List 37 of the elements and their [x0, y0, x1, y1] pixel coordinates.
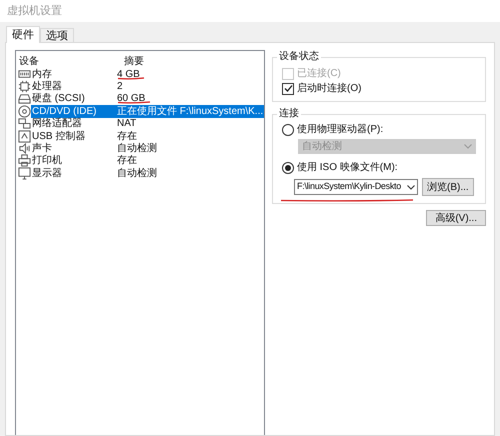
device-row[interactable]: 网络适配器 NAT — [31, 118, 264, 130]
checkbox[interactable] — [282, 82, 294, 94]
chevron-down-icon — [464, 144, 472, 149]
monitor-icon — [18, 166, 31, 180]
radio-label: 使用物理驱动器(P): — [297, 123, 384, 137]
device-row[interactable]: 声卡 自动检测 — [31, 142, 264, 155]
column-header: 设备 — [18, 55, 40, 68]
disc-icon — [18, 104, 31, 118]
printer-icon — [18, 154, 31, 168]
device-row[interactable]: 打印机 存在 — [31, 154, 264, 168]
radio-label: 使用 ISO 映像文件(M): — [297, 160, 398, 175]
chip-icon — [18, 80, 31, 94]
network-icon — [18, 117, 31, 130]
chevron-down-icon — [407, 184, 415, 190]
column-header: 摘要 — [124, 54, 144, 69]
tab[interactable]: 硬件 — [6, 26, 40, 43]
group-title: 连接 — [277, 108, 301, 120]
group-title: 设备状态 — [277, 51, 321, 63]
checkmark-icon — [284, 84, 292, 93]
radio-button[interactable] — [282, 124, 294, 136]
radio-button[interactable] — [282, 162, 294, 174]
advanced-button[interactable]: 高级(V)... — [426, 210, 486, 226]
device-row[interactable]: 硬盘 (SCSI) 60 GB — [31, 92, 264, 106]
device-row[interactable]: 显示器 自动检测 — [31, 167, 264, 180]
iso-path-field[interactable]: F:\linuxSystem\Kylin-Deskto — [294, 179, 418, 195]
usb-icon — [18, 130, 31, 143]
checkbox-label: 已连接(C) — [297, 66, 341, 81]
device-row[interactable]: 内存 4 GB — [31, 68, 264, 80]
device-row[interactable]: 处理器 2 — [31, 80, 264, 93]
browse-button[interactable]: 浏览(B)... — [422, 178, 474, 196]
memory-icon — [18, 68, 31, 81]
tab[interactable]: 选项 — [40, 28, 74, 42]
checkbox-label: 启动时连接(O) — [297, 82, 362, 96]
window-title: 虚拟机设置 — [0, 0, 500, 22]
device-row[interactable]: CD/DVD (IDE) 正在使用文件 F:\linuxSystem\K... — [31, 105, 264, 118]
device-row[interactable]: USB 控制器 存在 — [31, 130, 264, 142]
speaker-icon — [18, 142, 31, 156]
